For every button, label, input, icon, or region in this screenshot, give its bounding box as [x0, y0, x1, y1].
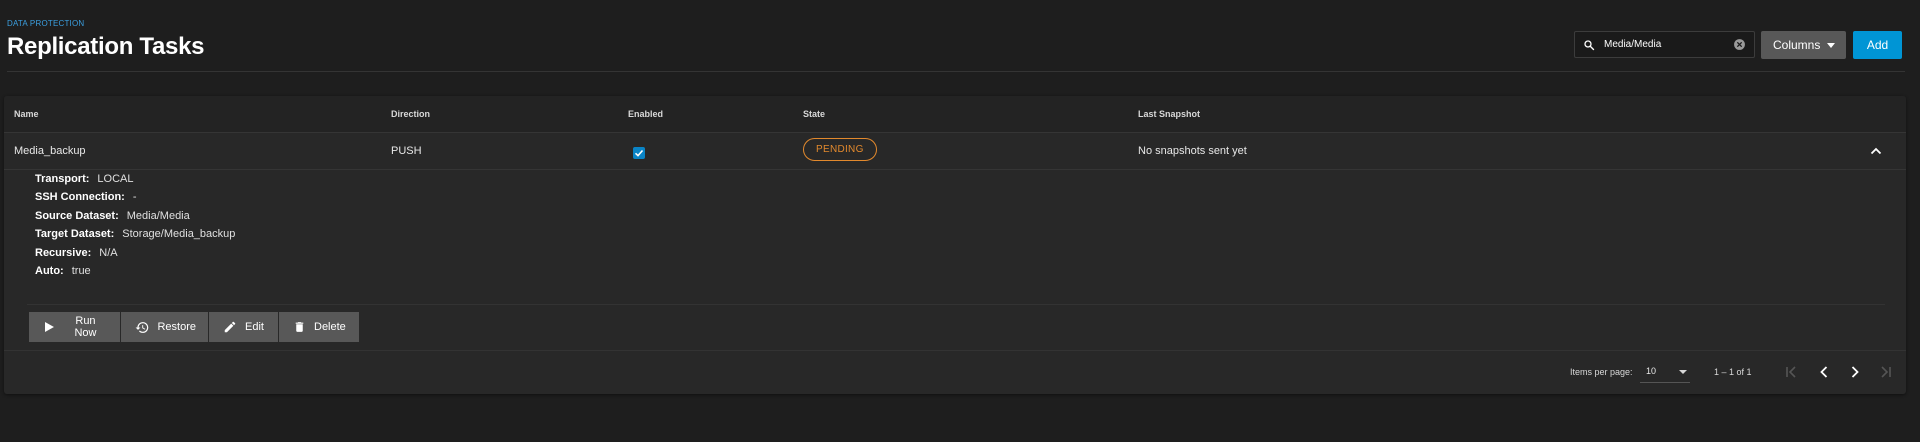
search-icon — [1584, 39, 1595, 50]
clear-search-icon[interactable] — [1733, 38, 1746, 51]
enabled-checkbox[interactable] — [633, 147, 645, 159]
detail-source-dataset: Source Dataset: Media/Media — [35, 209, 190, 222]
column-header-last-snapshot[interactable]: Last Snapshot — [1138, 109, 1200, 119]
detail-target-dataset: Target Dataset: Storage/Media_backup — [35, 228, 236, 241]
table-row[interactable]: Media_backup PUSH PENDING No snapshots s… — [4, 133, 1906, 170]
play-icon — [44, 322, 54, 332]
run-now-button[interactable]: Run Now — [29, 312, 120, 342]
history-icon — [135, 321, 149, 333]
last-snapshot: No snapshots sent yet — [1138, 145, 1247, 157]
search-box[interactable] — [1574, 31, 1755, 58]
previous-page-icon[interactable] — [1814, 362, 1834, 382]
caret-down-icon — [1679, 370, 1687, 374]
task-actions: Run Now Restore Edit Delete — [29, 312, 359, 342]
trash-icon — [295, 322, 304, 332]
state-badge[interactable]: PENDING — [803, 138, 877, 161]
breadcrumb[interactable]: Data Protection — [7, 19, 84, 28]
items-per-page-label: Items per page: — [1570, 367, 1633, 377]
detail-transport: Transport: LOCAL — [35, 173, 134, 185]
first-page-icon[interactable] — [1781, 362, 1801, 382]
column-header-state[interactable]: State — [803, 109, 825, 119]
pencil-icon — [224, 321, 236, 333]
caret-down-icon — [1827, 43, 1835, 48]
items-per-page-value: 10 — [1646, 366, 1657, 376]
detail-ssh-connection: SSH Connection: - — [35, 191, 137, 204]
page-title: Replication Tasks — [7, 33, 205, 60]
items-per-page-select[interactable]: 10 — [1640, 361, 1690, 383]
next-page-icon[interactable] — [1845, 362, 1865, 382]
delete-button[interactable]: Delete — [279, 312, 359, 342]
columns-button-label: Columns — [1773, 38, 1821, 52]
search-input[interactable] — [1602, 38, 1732, 51]
restore-button[interactable]: Restore — [121, 312, 208, 342]
paginator: Items per page: 10 1 – 1 of 1 — [4, 351, 1906, 394]
column-header-direction[interactable]: Direction — [391, 109, 430, 119]
task-direction: PUSH — [391, 145, 422, 157]
header-divider — [7, 71, 1905, 72]
replication-tasks-card: Name Direction Enabled State Last Snapsh… — [4, 96, 1906, 394]
chevron-up-icon[interactable] — [1870, 146, 1882, 156]
page-range-label: 1 – 1 of 1 — [1714, 367, 1752, 377]
column-header-enabled[interactable]: Enabled — [628, 109, 663, 119]
last-page-icon[interactable] — [1876, 362, 1896, 382]
detail-auto: Auto: true — [35, 264, 91, 277]
columns-button[interactable]: Columns — [1761, 31, 1846, 59]
column-header-name[interactable]: Name — [14, 109, 39, 119]
detail-recursive: Recursive: N/A — [35, 246, 118, 259]
task-details: Transport: LOCAL SSH Connection: - Source … — [35, 173, 235, 283]
add-button[interactable]: Add — [1853, 31, 1902, 59]
check-icon — [634, 149, 644, 157]
edit-button[interactable]: Edit — [209, 312, 278, 342]
table-header: Name Direction Enabled State Last Snapsh… — [4, 96, 1906, 133]
actions-divider — [27, 304, 1885, 305]
task-name: Media_backup — [14, 145, 86, 157]
